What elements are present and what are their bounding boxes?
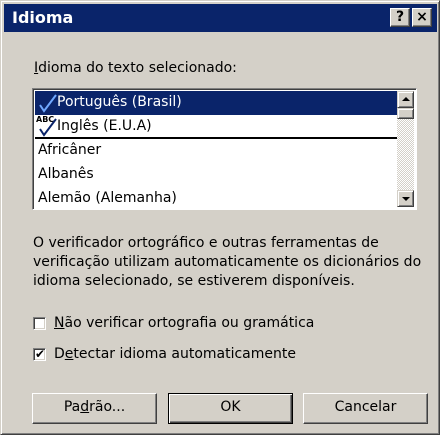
description-text: O verificador ortográfico e outras ferra… [33, 235, 422, 289]
list-item-label: Português (Brasil) [57, 94, 182, 110]
language-listbox[interactable]: Português (Brasil) ABC Inglês (E.U.A) Af… [32, 88, 417, 210]
label-post: ão verificar ortografia ou gramática [64, 315, 315, 331]
help-button[interactable]: ? [390, 8, 410, 27]
scroll-up-button[interactable] [397, 91, 414, 108]
list-item-label: Africâner [38, 142, 102, 158]
language-dialog: Idioma ? × Idioma do texto selecionado: … [0, 0, 440, 435]
list-item-label: Alemão (Alemanha) [38, 190, 177, 206]
label-accel: N [54, 315, 65, 331]
list-item-africaner[interactable]: Africâner [35, 139, 397, 163]
scroll-thumb[interactable] [397, 108, 414, 119]
default-button[interactable]: Padrão... [32, 393, 157, 424]
scroll-down-button[interactable] [397, 190, 414, 207]
list-item-label: Inglês (E.U.A) [57, 118, 152, 134]
label-pre: D [54, 346, 65, 362]
checkbox-label: Não verificar ortografia ou gramática [54, 315, 314, 331]
auto-detect-language-checkbox-row[interactable]: ✔ Detectar idioma automaticamente [33, 346, 296, 362]
help-icon: ? [395, 9, 405, 25]
no-check-spelling-checkbox[interactable] [33, 316, 46, 330]
list-item-albanes[interactable]: Albanês [35, 163, 397, 187]
label-text-post: dioma do texto selecionado: [38, 60, 237, 76]
no-check-spelling-checkbox-row[interactable]: Não verificar ortografia ou gramática [33, 315, 314, 331]
title-bar[interactable]: Idioma ? × [4, 4, 437, 32]
cancel-button[interactable]: Cancelar [303, 393, 428, 424]
label-pre: Pa [63, 399, 81, 415]
window-title: Idioma [12, 8, 74, 27]
ok-button[interactable]: OK [168, 393, 293, 424]
checkmark-icon: ✔ [35, 346, 46, 361]
vertical-scrollbar[interactable] [397, 91, 414, 207]
label-accel: d [80, 399, 90, 415]
arrow-down-icon [402, 197, 410, 201]
list-item-alemao-alemanha[interactable]: Alemão (Alemanha) [35, 187, 397, 211]
label-post: rão... [89, 399, 126, 415]
close-icon: × [416, 9, 428, 25]
list-item-ingles-eua[interactable]: ABC Inglês (E.U.A) [35, 115, 397, 139]
language-list-items: Português (Brasil) ABC Inglês (E.U.A) Af… [35, 91, 397, 211]
close-button[interactable]: × [412, 8, 432, 27]
list-item-label: Albanês [38, 166, 94, 182]
auto-detect-language-checkbox[interactable]: ✔ [33, 346, 46, 361]
list-item-portugues-brasil[interactable]: Português (Brasil) [35, 91, 397, 115]
language-list-label: Idioma do texto selecionado: [34, 60, 237, 76]
checkbox-label: Detectar idioma automaticamente [54, 346, 296, 362]
label-post: tectar idioma automaticamente [73, 346, 296, 362]
arrow-up-icon [402, 97, 410, 101]
